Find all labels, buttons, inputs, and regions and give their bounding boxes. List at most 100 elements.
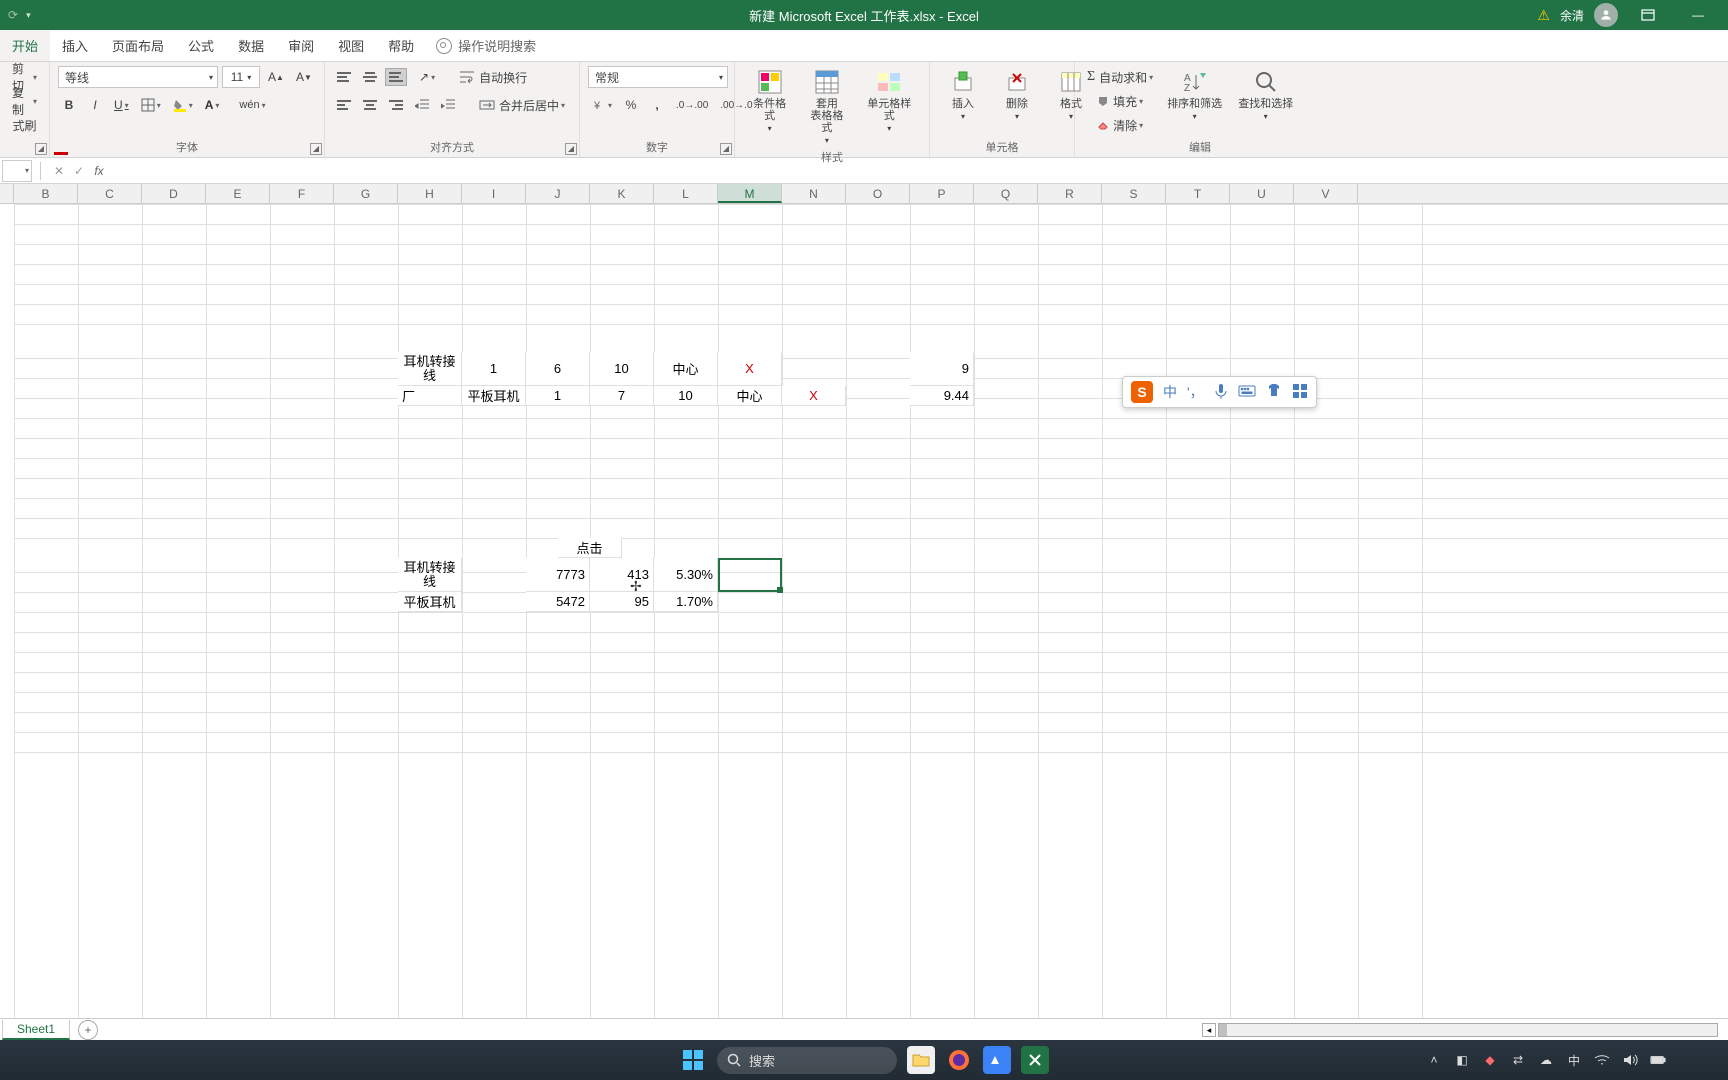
col-header[interactable]: P [910,184,974,203]
cell[interactable]: 7773 [526,558,590,592]
tab-insert[interactable]: 插入 [50,30,100,61]
cell[interactable]: 7 [590,386,654,406]
format-painter-button[interactable]: 式刷 [8,114,41,136]
col-header-selected[interactable]: M [718,184,782,203]
conditional-format-button[interactable]: 条件格式 ▾ [743,66,796,135]
align-top-button[interactable] [333,68,355,86]
taskbar-app-blue[interactable] [983,1046,1011,1074]
cell[interactable]: 平板耳机 [398,592,462,612]
col-header[interactable]: O [846,184,910,203]
font-name-combo[interactable]: 等线 ▾ [58,66,218,88]
phonetic-button[interactable]: wén [235,94,269,116]
tab-formulas[interactable]: 公式 [176,30,226,61]
cell[interactable]: 9.44 [910,386,974,406]
fill-color-button[interactable] [169,94,197,116]
tell-me-search[interactable]: 操作说明搜索 [436,36,536,55]
tab-help[interactable]: 帮助 [376,30,426,61]
taskbar-search[interactable]: 搜索 [717,1047,897,1074]
find-select-button[interactable]: 查找和选择 ▾ [1232,66,1299,123]
cell-styles-button[interactable]: 单元格样式 ▾ [857,66,921,135]
col-header[interactable]: V [1294,184,1358,203]
tray-battery-icon[interactable] [1650,1052,1666,1068]
col-header[interactable]: U [1230,184,1294,203]
cell[interactable]: 413 [590,558,654,592]
autosum-button[interactable]: Σ 自动求和 [1083,66,1157,88]
decrease-indent-button[interactable] [411,94,433,116]
tab-review[interactable]: 审阅 [276,30,326,61]
scroll-thumb[interactable] [1219,1024,1227,1036]
increase-font-button[interactable]: A▲ [264,66,288,88]
minimize-button[interactable]: — [1678,1,1718,29]
copy-button[interactable]: 复制 [8,90,41,112]
col-header[interactable]: H [398,184,462,203]
cell[interactable]: 5472 [526,592,590,612]
tray-security-icon[interactable]: ◆ [1482,1052,1498,1068]
cell[interactable]: 耳机转接线 [398,352,462,386]
tray-app-icon[interactable]: ◧ [1454,1052,1470,1068]
cell[interactable]: 1 [462,352,526,386]
align-right-button[interactable] [385,96,407,114]
format-table-button[interactable]: 套用 表格格式 ▾ [800,66,853,147]
align-left-button[interactable] [333,96,355,114]
tab-data[interactable]: 数据 [226,30,276,61]
cell[interactable]: 9 [910,352,974,386]
col-header[interactable]: L [654,184,718,203]
cell[interactable]: 10 [590,352,654,386]
ime-punct-icon[interactable]: '， [1187,382,1204,402]
cell[interactable]: 95 [590,592,654,612]
scroll-left-button[interactable]: ◂ [1202,1023,1216,1037]
decrease-font-button[interactable]: A▼ [292,66,316,88]
col-header[interactable]: G [334,184,398,203]
ribbon-display-icon[interactable] [1628,1,1668,29]
col-header[interactable]: E [206,184,270,203]
ime-skin-icon[interactable] [1266,383,1282,402]
tab-page-layout[interactable]: 页面布局 [100,30,176,61]
user-name[interactable]: 余清 [1560,7,1584,24]
tray-sync-icon[interactable]: ⇄ [1510,1052,1526,1068]
enter-formula-button[interactable]: ✓ [69,164,89,178]
taskbar-excel[interactable] [1021,1046,1049,1074]
font-color-button[interactable]: A [201,94,224,116]
cell[interactable]: 厂 [398,386,462,406]
ime-voice-icon[interactable] [1214,383,1228,402]
font-size-combo[interactable]: 11 ▾ [222,66,260,88]
taskbar-file-explorer[interactable] [907,1046,935,1074]
border-button[interactable] [137,94,165,116]
col-header[interactable]: R [1038,184,1102,203]
sogou-logo-icon[interactable]: S [1131,381,1153,403]
ime-lang-indicator[interactable]: 中 [1163,382,1177,402]
align-center-button[interactable] [359,96,381,114]
tab-home[interactable]: 开始 [0,30,50,61]
select-all-corner[interactable] [0,184,14,203]
tray-wifi-icon[interactable] [1594,1052,1610,1068]
align-bottom-button[interactable] [385,68,407,86]
accounting-format-button[interactable]: ¥ [588,94,616,116]
ime-floating-toolbar[interactable]: S 中 '， [1122,376,1317,408]
percent-format-button[interactable]: % [620,94,642,116]
spreadsheet-grid[interactable]: B C D E F G H I J K L M N O P Q R S T U … [0,184,1728,1018]
insert-cells-button[interactable]: 插入 ▾ [938,66,988,123]
cell[interactable]: 耳机转接线 [398,558,462,592]
bold-button[interactable]: B [58,94,80,116]
warning-icon[interactable]: ⚠ [1537,7,1550,24]
number-launcher[interactable]: ◢ [720,143,732,155]
col-header[interactable]: D [142,184,206,203]
sort-filter-button[interactable]: AZ 排序和筛选 ▾ [1161,66,1228,123]
col-header[interactable]: K [590,184,654,203]
sheet-tab[interactable]: Sheet1 [2,1020,70,1040]
wrap-text-button[interactable]: 自动换行 [455,66,531,88]
cell[interactable]: 10 [654,386,718,406]
increase-indent-button[interactable] [437,94,459,116]
autosave-icon[interactable]: ⟳ [8,8,18,22]
delete-cells-button[interactable]: 删除 ▾ [992,66,1042,123]
cell[interactable]: 1 [526,386,590,406]
col-header[interactable]: S [1102,184,1166,203]
col-header[interactable]: J [526,184,590,203]
qat-dropdown-icon[interactable]: ▾ [26,10,31,21]
cell[interactable]: 1.70% [654,592,718,612]
fill-button[interactable]: 填充 [1083,90,1157,112]
font-launcher[interactable]: ◢ [310,143,322,155]
col-header[interactable]: N [782,184,846,203]
scroll-track[interactable] [1218,1023,1718,1037]
comma-format-button[interactable]: , [646,94,668,116]
